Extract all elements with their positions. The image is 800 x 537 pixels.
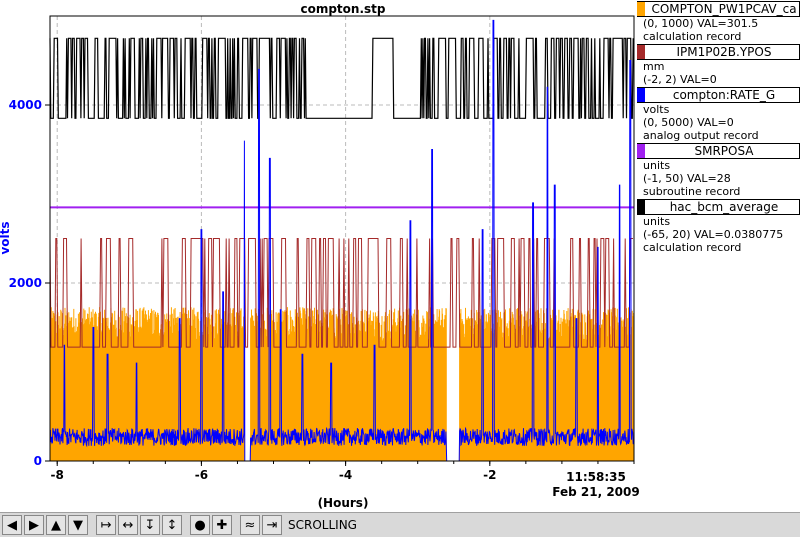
legend-swatch [637, 2, 645, 16]
legend-detail-line: (-65, 20) VAL=0.0380775 [643, 228, 784, 241]
add-icon[interactable]: ✚ [212, 515, 232, 535]
legend-entry-box[interactable]: compton:RATE_G [637, 87, 800, 103]
mode-label: SCROLLING [288, 518, 357, 532]
legend-series-name: compton:RATE_G [672, 88, 776, 102]
y-tick-label: 0 [34, 454, 42, 468]
legend-entry-box[interactable]: hac_bcm_average [637, 199, 800, 215]
legend-swatch [637, 200, 645, 214]
series-layer [49, 19, 635, 462]
legend-detail-line: (0, 5000) VAL=0 [643, 116, 734, 129]
legend-detail-line: units [643, 159, 671, 172]
zoom-out-vertical-icon[interactable]: ↕ [162, 515, 182, 535]
series-hac-bcm-average [49, 37, 634, 119]
legend-detail-line: calculation record [643, 241, 742, 254]
record-icon[interactable]: ● [190, 515, 210, 535]
legend-series-name: IPM1P02B.YPOS [676, 45, 772, 59]
toolbar: ◀ ▶ ▲ ▼ ↦ ↔ ↧ ↕ ● ✚ ≈ ⇥ SCROLLING [0, 512, 800, 537]
legend-detail-line: analog output record [643, 129, 759, 142]
end-time-label: 11:58:35 [566, 470, 626, 484]
legend-detail-line: mm [643, 60, 665, 73]
legend-series-name: hac_bcm_average [669, 200, 779, 214]
legend-detail-line: volts [643, 103, 670, 116]
legend: COMPTON_PW1PCAV_ca (0, 1000) VAL=301.5 cal… [637, 0, 800, 254]
legend-detail-line: (-2, 2) VAL=0 [643, 73, 717, 86]
x-axis-label: (Hours) [318, 496, 369, 510]
zoom-out-horizontal-icon[interactable]: ↔ [118, 515, 138, 535]
legend-swatch [637, 45, 645, 59]
legend-series-name: SMRPOSA [694, 144, 754, 158]
y-tick-label: 4000 [9, 98, 42, 112]
legend-entry-box[interactable]: SMRPOSA [637, 143, 800, 159]
arrow-right-icon[interactable]: ▶ [24, 515, 44, 535]
x-tick-label: -2 [483, 468, 496, 482]
zoom-in-vertical-icon[interactable]: ↧ [140, 515, 160, 535]
legend-detail-line: (0, 1000) VAL=301.5 [643, 17, 759, 30]
scroll-icon[interactable]: ≈ [240, 515, 260, 535]
legend-detail-line: calculation record [643, 30, 742, 43]
arrow-left-icon[interactable]: ◀ [2, 515, 22, 535]
arrow-up-icon[interactable]: ▲ [46, 515, 66, 535]
legend-entry-box[interactable]: COMPTON_PW1PCAV_ca [637, 1, 800, 17]
y-tick-label: 2000 [9, 276, 42, 290]
legend-swatch [637, 144, 645, 158]
end-date-label: Feb 21, 2009 [552, 485, 639, 499]
y-axis-label: volts [0, 221, 12, 254]
legend-swatch [637, 88, 645, 102]
arrow-down-icon[interactable]: ▼ [68, 515, 88, 535]
export-icon[interactable]: ⇥ [262, 515, 282, 535]
legend-detail-line: (-1, 50) VAL=28 [643, 172, 731, 185]
x-tick-label: -6 [195, 468, 208, 482]
x-tick-label: -8 [51, 468, 64, 482]
legend-series-name: COMPTON_PW1PCAV_ca [651, 2, 797, 16]
legend-detail-line: subroutine record [643, 185, 741, 198]
chart-title: compton.stp [300, 2, 385, 16]
legend-entry-box[interactable]: IPM1P02B.YPOS [637, 44, 800, 60]
zoom-in-horizontal-icon[interactable]: ↦ [96, 515, 116, 535]
legend-detail-line: units [643, 215, 671, 228]
x-tick-label: -4 [339, 468, 352, 482]
